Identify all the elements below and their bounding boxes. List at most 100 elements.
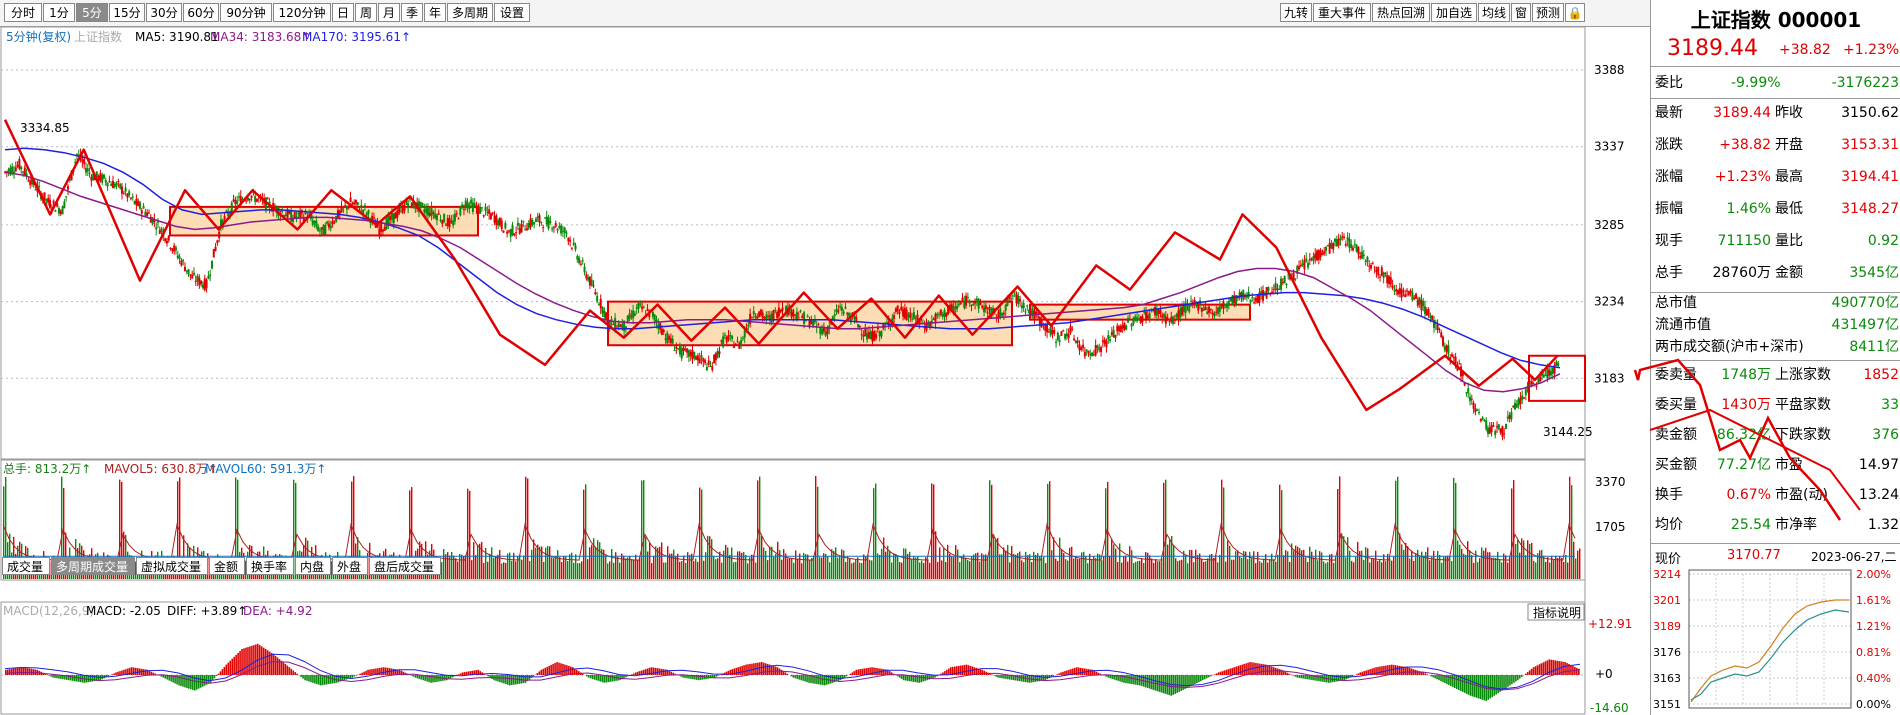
volume-bar — [983, 554, 985, 579]
period-9[interactable]: 周 — [355, 3, 377, 22]
volume-bar — [1195, 549, 1197, 579]
candle-body — [342, 207, 345, 209]
stat-3-label2: 最低 — [1775, 201, 1803, 217]
volume-bar — [641, 480, 643, 579]
macd-bar — [806, 675, 808, 683]
period-13[interactable]: 多周期 — [447, 3, 493, 22]
volume-bar — [1173, 545, 1175, 579]
volume-tab-3[interactable]: 金额 — [209, 557, 245, 575]
macd-bar — [1432, 675, 1434, 678]
period-2[interactable]: 5分 — [76, 3, 108, 22]
macd-bar — [745, 664, 747, 675]
tool-1[interactable]: 重大事件 — [1313, 3, 1371, 22]
macd-bar — [12, 668, 15, 675]
period-14[interactable]: 设置 — [494, 3, 530, 22]
macd-bar — [865, 668, 867, 675]
candle-body — [1476, 409, 1479, 411]
macd-bar — [16, 667, 19, 675]
macd-bar — [1001, 675, 1003, 679]
candle-body — [340, 206, 343, 213]
candle-body — [1218, 306, 1221, 312]
volume-bar — [975, 553, 977, 579]
volume-bar — [1349, 550, 1351, 579]
tool-2[interactable]: 热点回溯 — [1372, 3, 1430, 22]
volume-bar — [1437, 551, 1439, 579]
period-4[interactable]: 30分 — [146, 3, 182, 22]
stat-0-value1: 3189.44 — [1713, 105, 1771, 121]
volume-tab-1[interactable]: 多周期成交量 — [51, 557, 135, 575]
candle-body — [493, 216, 496, 223]
volume-tab-0[interactable]: 成交量 — [2, 557, 50, 575]
volume-tab-7[interactable]: 盘后成交量 — [369, 557, 441, 575]
candle-body — [646, 308, 649, 311]
macd-bar — [1243, 663, 1245, 675]
macd-bar — [1304, 675, 1306, 679]
candle-body — [977, 298, 980, 309]
volume-tab-2[interactable]: 虚拟成交量 — [136, 557, 208, 575]
macd-bar — [613, 675, 615, 682]
candle-body — [583, 266, 586, 273]
volume-bar — [1059, 537, 1061, 579]
price-tick: 3337 — [1594, 140, 1625, 154]
macd-bar — [1493, 675, 1495, 696]
volume-tab-6[interactable]: 外盘 — [332, 557, 368, 575]
candle-body — [588, 276, 591, 286]
candle-body — [488, 209, 491, 214]
candle-body — [1083, 351, 1086, 357]
candle-body — [515, 232, 518, 234]
indicator-help-label[interactable]: 指标说明 — [1533, 605, 1581, 620]
macd-bar — [902, 675, 905, 681]
macd-bar — [636, 671, 639, 675]
candle-body — [425, 208, 428, 214]
tool-4[interactable]: 均线 — [1478, 3, 1510, 22]
volume-bar — [1319, 551, 1321, 579]
period-0[interactable]: 分时 — [4, 3, 42, 22]
candle-body — [533, 222, 536, 225]
volume-bar — [973, 554, 975, 579]
volume-bar — [1063, 553, 1065, 579]
candle-body — [1278, 288, 1281, 290]
volume-bar — [1035, 554, 1037, 579]
volume-bar — [1427, 547, 1429, 579]
macd-bar — [353, 675, 356, 677]
candle-body — [453, 213, 456, 222]
candle-body — [734, 343, 737, 346]
tool-6[interactable]: 预测 — [1532, 3, 1564, 22]
volume-bar — [1515, 544, 1517, 579]
volume-bar — [755, 562, 757, 579]
candle-body — [957, 304, 960, 306]
period-12[interactable]: 年 — [424, 3, 446, 22]
volume-tab-4[interactable]: 换手率 — [246, 557, 294, 575]
period-6[interactable]: 90分钟 — [220, 3, 272, 22]
volume-bar — [919, 562, 921, 579]
period-8[interactable]: 日 — [332, 3, 354, 22]
period-5[interactable]: 60分 — [183, 3, 219, 22]
candle-body — [48, 199, 51, 208]
candle-body — [1058, 340, 1061, 343]
tool-5[interactable]: 窗 — [1511, 3, 1531, 22]
candle-body — [689, 351, 692, 357]
candle-body — [1091, 352, 1094, 357]
macd-bar — [948, 668, 950, 675]
candle-body — [214, 246, 217, 251]
candle-body — [821, 328, 824, 335]
period-7[interactable]: 120分钟 — [273, 3, 331, 22]
macd-bar — [412, 675, 415, 677]
volume-bar — [1299, 548, 1301, 579]
candle-body — [1168, 321, 1171, 323]
tool-3[interactable]: 加自选 — [1431, 3, 1477, 22]
period-10[interactable]: 月 — [378, 3, 400, 22]
period-11[interactable]: 季 — [401, 3, 423, 22]
period-3[interactable]: 15分 — [109, 3, 145, 22]
macd-bar — [831, 675, 834, 683]
period-1[interactable]: 1分 — [43, 3, 75, 22]
candle-body — [988, 306, 991, 310]
volume-tab-5[interactable]: 内盘 — [295, 557, 331, 575]
candle-body — [731, 335, 734, 340]
tool-0[interactable]: 九转 — [1280, 3, 1312, 22]
lock-icon[interactable]: 🔒 — [1565, 3, 1585, 22]
volume-bar — [751, 554, 753, 579]
volume-bar — [721, 562, 723, 579]
candle-body — [52, 200, 55, 204]
market-value: 490770亿 — [1831, 295, 1899, 311]
